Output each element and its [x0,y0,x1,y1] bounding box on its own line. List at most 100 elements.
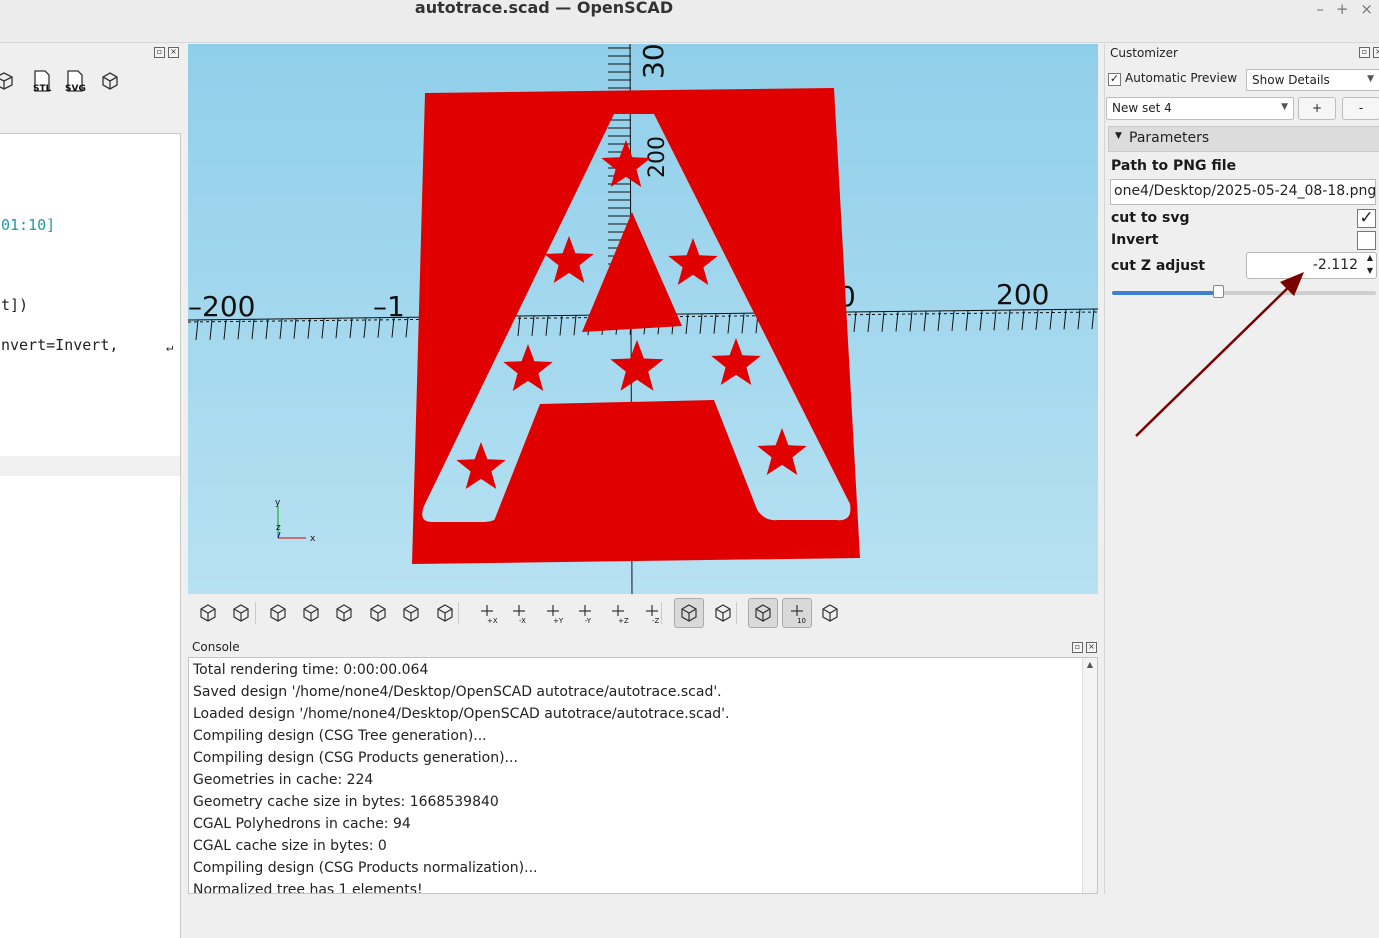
window-title: autotrace.scad — OpenSCAD [414,0,674,17]
star-shape [610,340,664,391]
customizer-dock-controls: ▫ × [1359,47,1379,58]
console-line: Loaded design '/home/none4/Desktop/OpenS… [193,706,730,722]
stl-label: STL [33,84,52,94]
chevron-down-icon: ▼ [1281,102,1288,112]
svg-text:+X: +X [487,617,498,624]
svg-text:x: x [310,534,316,544]
star-shape [544,236,594,283]
svg-text:-X: -X [519,617,526,624]
spin-down-icon[interactable]: ▼ [1367,266,1373,275]
title-bar: autotrace.scad — OpenSCAD – + × [0,0,1379,22]
view-all-button[interactable] [263,598,293,628]
current-line-highlight [0,456,180,476]
show-scale-button[interactable]: 10 [782,598,812,628]
details-select-value: Show Details [1252,73,1330,87]
preview-button[interactable] [193,598,223,628]
export-3d-icon[interactable] [0,69,16,93]
cut-to-svg-checkbox[interactable]: ✓ [1357,209,1376,228]
invert-checkbox[interactable] [1357,231,1376,250]
view-left-button[interactable]: -X [504,598,534,628]
export-svg-icon[interactable]: SVG [63,69,87,94]
svg-text:-Z: -Z [652,617,660,624]
zoom-out-button[interactable] [329,598,359,628]
customizer-panel: Customizer ▫ × ✓ Automatic Preview Show … [1104,44,1379,894]
add-preset-button[interactable]: + [1298,97,1336,120]
console-title: Console [192,640,240,654]
annotation-arrow [1135,272,1304,437]
view-toolbar: +X -X +Y -Y +Z -Z 10 [188,596,1098,630]
close-button[interactable]: × [1360,0,1373,18]
code-editor[interactable]: 01:10] t]) nvert=Invert, ↵ [0,133,181,938]
render-button[interactable] [226,598,256,628]
orthogonal-button[interactable] [708,598,738,628]
star-shape [668,238,718,285]
perspective-button[interactable] [674,598,704,628]
console-dock-controls: ▫ × [1072,642,1097,653]
console-line: Geometries in cache: 224 [193,772,374,788]
preset-select-value: New set 4 [1112,101,1172,115]
star-shape [503,344,553,391]
float-icon[interactable]: ▫ [1072,642,1083,653]
details-select[interactable]: Show Details ▼ [1246,69,1379,91]
svg-label: SVG [65,84,86,94]
viewport-canvas: –200 200 –1 0 300 200 x y z [188,44,1098,594]
axis-label-neg100: –1 [373,290,405,323]
reset-view-button[interactable] [363,598,393,628]
console-line: Compiling design (CSG Products normaliza… [193,860,538,876]
svg-text:-Y: -Y [585,617,592,624]
axis-label-neg200: –200 [188,290,255,323]
3d-viewport[interactable]: –200 200 –1 0 300 200 x y z [188,44,1098,594]
export-cube-icon[interactable] [98,69,122,93]
path-input[interactable]: one4/Desktop/2025-05-24_08-18.png [1110,179,1376,205]
parameters-group-label: Parameters [1129,130,1210,146]
cut-to-svg-label: cut to svg [1111,210,1190,226]
view-back-button[interactable]: +Y [538,598,568,628]
show-axes-button[interactable] [748,598,778,628]
float-icon[interactable]: ▫ [154,47,165,58]
svg-text:z: z [276,523,281,533]
maximize-button[interactable]: + [1336,0,1349,18]
float-icon[interactable]: ▫ [1359,47,1370,58]
export-stl-icon[interactable]: STL [30,69,54,94]
code-line: t]) [1,296,29,314]
close-icon[interactable]: × [1086,642,1097,653]
view-bottom-button[interactable]: -Z [637,598,667,628]
remove-preset-button[interactable]: - [1342,97,1379,120]
wrap-marker-icon: ↵ [166,340,174,354]
axes-indicator: x y z [275,498,316,544]
spin-up-icon[interactable]: ▲ [1367,253,1373,262]
axis-label-300: 300 [637,44,670,79]
automatic-preview-checkbox[interactable]: ✓ [1108,73,1121,86]
zoom-in-button[interactable] [296,598,326,628]
console-output[interactable]: ▲ Total rendering time: 0:00:00.064 Saved… [188,657,1098,894]
console-scrollbar[interactable]: ▲ [1082,658,1097,893]
svg-text:+Z: +Z [618,617,629,624]
rotate-button[interactable] [430,598,460,628]
view-top-button[interactable]: +Z [603,598,633,628]
scroll-up-icon[interactable]: ▲ [1083,660,1097,669]
chevron-down-icon: ▼ [1115,131,1122,141]
path-label: Path to PNG file [1111,158,1237,174]
view-front-button[interactable]: -Y [570,598,600,628]
show-edges-button[interactable] [815,598,845,628]
console-line: CGAL Polyhedrons in cache: 94 [193,816,411,832]
axis-label-200-y: 200 [645,136,670,178]
svg-text:+Y: +Y [553,617,564,624]
console-line: Geometry cache size in bytes: 1668539840 [193,794,499,810]
window-controls: – + × [1316,0,1373,18]
parameters-group-header[interactable]: ▼ Parameters [1108,126,1379,152]
model-a-counter [492,400,762,526]
close-icon[interactable]: × [168,47,179,58]
star-shape [601,140,651,187]
minimize-button[interactable]: – [1316,0,1324,18]
view-center-button[interactable] [396,598,426,628]
axis-label-200: 200 [996,278,1049,311]
view-right-button[interactable]: +X [472,598,502,628]
invert-label: Invert [1111,232,1159,248]
star-shape [757,428,807,475]
close-icon[interactable]: × [1373,47,1379,58]
preset-select[interactable]: New set 4 ▼ [1106,97,1294,120]
editor-dock-controls: ▫ × [154,47,179,58]
editor-panel: ▫ × STL SVG 01:10] t]) nvert=Invert, ↵ [0,43,184,938]
console-line: Saved design '/home/none4/Desktop/OpenSC… [193,684,722,700]
